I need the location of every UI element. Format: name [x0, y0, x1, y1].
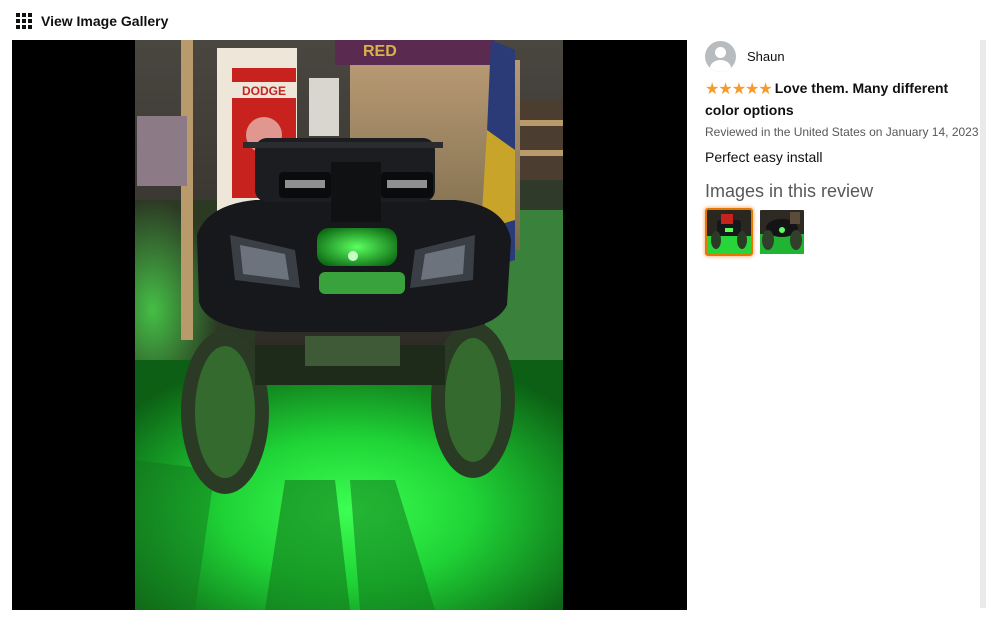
- review-body: Perfect easy install: [705, 149, 823, 165]
- reviewer-profile[interactable]: Shaun: [705, 40, 980, 72]
- image-viewer: RED DODGE: [12, 40, 687, 610]
- review-image-thumbnail-2[interactable]: [758, 208, 806, 256]
- review-date: Reviewed in the United States on January…: [705, 125, 979, 139]
- review-panel: Shaun ★★★★★ Love them. Many different col…: [705, 40, 980, 610]
- grid-icon: [16, 13, 32, 29]
- review-photo-atv-green-underglow[interactable]: RED DODGE: [135, 40, 563, 610]
- star-rating-icon: ★★★★★: [705, 81, 773, 98]
- images-in-review-heading: Images in this review: [705, 181, 874, 201]
- review-image-thumbnails: [705, 208, 980, 256]
- svg-text:RED: RED: [363, 43, 397, 60]
- avatar: [705, 40, 736, 72]
- view-image-gallery-label: View Image Gallery: [41, 13, 169, 29]
- dodge-sign-text: DODGE: [242, 84, 286, 98]
- review-title-row: ★★★★★ Love them. Many different color opt…: [705, 78, 980, 120]
- review-image-thumbnail-1[interactable]: [705, 208, 753, 256]
- reviewer-name: Shaun: [747, 48, 785, 64]
- side-panel-scrollbar[interactable]: [980, 40, 986, 608]
- view-image-gallery-link[interactable]: View Image Gallery: [16, 10, 168, 32]
